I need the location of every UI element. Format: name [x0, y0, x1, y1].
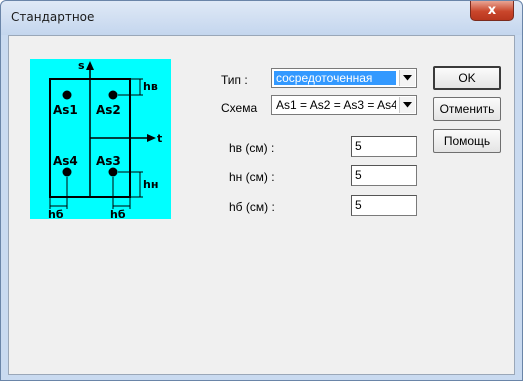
- help-button[interactable]: Помощь: [433, 129, 501, 153]
- bar-as1-label: As1: [53, 103, 78, 117]
- hn-label: hн (см) :: [229, 170, 275, 184]
- bar-as2-label: As2: [96, 103, 121, 117]
- bar-as3-dot: [108, 167, 118, 177]
- type-select[interactable]: сосредоточенная: [271, 68, 417, 88]
- type-label: Тип :: [221, 73, 248, 87]
- window-title: Стандартное: [11, 10, 95, 24]
- scheme-select[interactable]: As1 = As2 = As3 = As4: [271, 95, 417, 115]
- dialog-window: Стандартное x s t As1 As2 As4 As3 hв hн …: [0, 0, 523, 381]
- dim-bottom-label: hн: [143, 178, 158, 191]
- axis-s-label: s: [78, 59, 85, 72]
- chevron-down-icon[interactable]: [399, 97, 415, 113]
- cancel-button[interactable]: Отменить: [433, 97, 501, 121]
- bar-as3-label: As3: [96, 154, 121, 168]
- close-button[interactable]: x: [470, 1, 514, 21]
- axis-s-arrow-icon: [86, 61, 94, 70]
- section-diagram: s t As1 As2 As4 As3 hв hн hб hб: [30, 59, 171, 221]
- type-select-value: сосредоточенная: [274, 71, 396, 85]
- hb-input[interactable]: 5: [351, 195, 417, 216]
- dim-right-label: hб: [110, 208, 126, 219]
- axis-t-arrow-icon: [147, 134, 156, 142]
- chevron-down-icon[interactable]: [399, 70, 415, 86]
- bar-as4-dot: [62, 167, 72, 177]
- bar-as2-dot: [108, 90, 118, 100]
- hn-input[interactable]: 5: [351, 165, 417, 186]
- section-diagram-svg: s t As1 As2 As4 As3 hв hн hб hб: [48, 59, 162, 221]
- bar-as1-dot: [62, 90, 72, 100]
- dim-top-label: hв: [143, 80, 158, 93]
- hv-label: hв (см) :: [229, 141, 275, 155]
- dim-left-label: hб: [48, 208, 64, 219]
- hb-label: hб (см) :: [229, 200, 275, 214]
- scheme-select-value: As1 = As2 = As3 = As4: [276, 98, 396, 112]
- close-icon: x: [487, 3, 497, 18]
- hv-input[interactable]: 5: [351, 136, 417, 157]
- ok-button[interactable]: OK: [433, 66, 501, 90]
- scheme-label: Схема: [221, 101, 258, 115]
- bar-as4-label: As4: [53, 154, 78, 168]
- axis-t-label: t: [157, 132, 162, 145]
- title-bar[interactable]: Стандартное x: [1, 1, 522, 35]
- dialog-client-area: s t As1 As2 As4 As3 hв hн hб hб Тип: со…: [8, 35, 515, 375]
